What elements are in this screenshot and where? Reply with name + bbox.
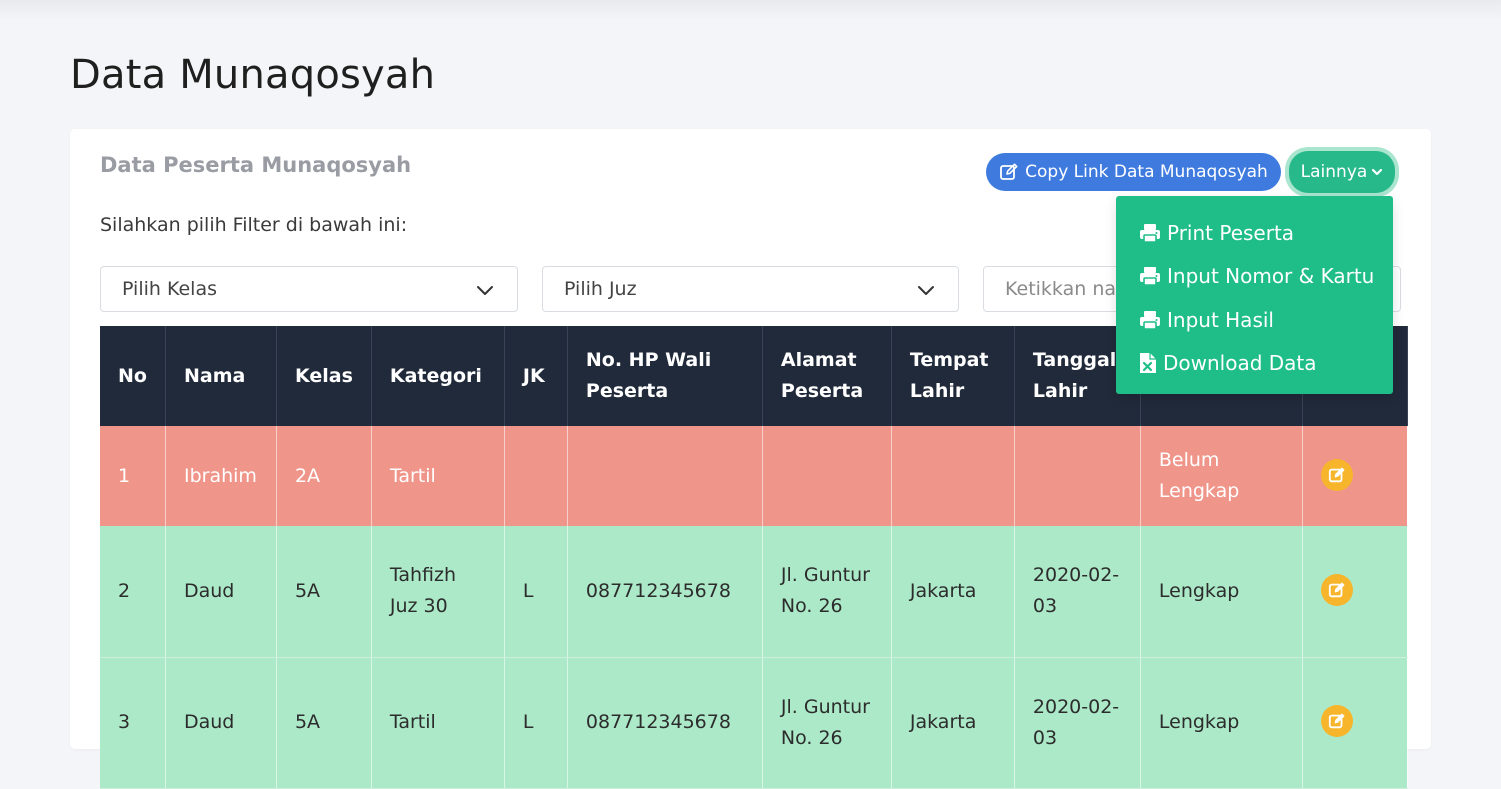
copy-link-label: Copy Link Data Munaqosyah: [1025, 162, 1268, 182]
cell-kategori: Tartil: [371, 426, 505, 526]
header-kelas: Kelas: [276, 326, 372, 426]
edit-icon: [1000, 163, 1018, 180]
header-hp-wali: No. HP Wali Peserta: [567, 326, 763, 426]
chevron-down-icon: [1372, 168, 1383, 176]
cell-no: 1: [100, 426, 166, 526]
edit-row-button[interactable]: [1320, 705, 1353, 737]
edit-icon: [1328, 467, 1345, 482]
cell-action: [1302, 426, 1408, 526]
class-select[interactable]: Pilih Kelas: [100, 266, 518, 312]
cell-no: 2: [100, 526, 166, 658]
cell-nama: Daud: [165, 526, 277, 658]
page-title: Data Munaqosyah: [70, 52, 436, 98]
excel-file-icon: [1140, 353, 1156, 373]
cell-kelas: 2A: [276, 426, 372, 526]
header-tempat-lahir: Tempat Lahir: [891, 326, 1015, 426]
cell-tanggal-lahir: 2020-02-03: [1014, 526, 1141, 658]
menu-item-print-peserta[interactable]: Print Peserta: [1139, 218, 1294, 248]
cell-kelas: 5A: [276, 526, 372, 658]
copy-link-button[interactable]: Copy Link Data Munaqosyah: [986, 153, 1281, 191]
cell-hp: [567, 426, 763, 526]
filter-hint: Silahkan pilih Filter di bawah ini:: [100, 214, 408, 236]
header-nama: Nama: [165, 326, 277, 426]
cell-kategori: Tahfizh Juz 30: [371, 526, 505, 658]
edit-row-button[interactable]: [1320, 458, 1353, 491]
cell-tanggal-lahir: [1014, 426, 1141, 526]
cell-nama: Ibrahim: [165, 426, 277, 526]
participants-table: No Nama Kelas Kategori JK No. HP Wali Pe…: [100, 326, 1408, 789]
cell-jk: [504, 426, 568, 526]
table-row: 2 Daud 5A Tahfizh Juz 30 L 087712345678 …: [100, 526, 1408, 658]
cell-tempat-lahir: Jakarta: [891, 526, 1015, 658]
printer-icon: [1140, 311, 1160, 330]
more-actions-button[interactable]: Lainnya: [1289, 151, 1395, 193]
menu-item-label: Input Hasil: [1167, 308, 1274, 332]
menu-item-label: Input Nomor & Kartu: [1167, 264, 1375, 288]
edit-icon: [1328, 713, 1345, 729]
chevron-down-icon: [477, 286, 493, 295]
cell-alamat: [762, 426, 892, 526]
class-select-value: Pilih Kelas: [122, 278, 217, 300]
cell-action: [1302, 526, 1408, 658]
menu-item-download-data[interactable]: Download Data: [1139, 348, 1317, 378]
edit-row-button[interactable]: [1320, 573, 1353, 606]
top-bar-shadow: [0, 0, 1501, 20]
menu-item-label: Download Data: [1163, 351, 1317, 375]
cell-jk: L: [504, 526, 568, 658]
cell-alamat: Jl. Guntur No. 26: [762, 526, 892, 658]
header-kategori: Kategori: [371, 326, 505, 426]
header-no: No: [100, 326, 166, 426]
menu-item-input-hasil[interactable]: Input Hasil: [1139, 305, 1274, 335]
table-row: 1 Ibrahim 2A Tartil Belum Lengkap: [100, 426, 1408, 526]
edit-icon: [1328, 582, 1345, 597]
chevron-down-icon: [918, 286, 934, 295]
menu-item-input-nomor-kartu[interactable]: Input Nomor & Kartu: [1139, 261, 1374, 291]
juz-select-value: Pilih Juz: [564, 278, 637, 300]
more-actions-label: Lainnya: [1300, 162, 1368, 182]
more-actions-menu: Print Peserta Input Nomor & Kartu Input …: [1116, 196, 1393, 394]
header-jk: JK: [504, 326, 568, 426]
juz-select[interactable]: Pilih Juz: [542, 266, 959, 312]
cell-keterangan: Lengkap: [1140, 526, 1303, 658]
menu-item-label: Print Peserta: [1167, 221, 1295, 245]
header-alamat: Alamat Peserta: [762, 326, 892, 426]
printer-icon: [1140, 267, 1160, 286]
printer-icon: [1140, 224, 1160, 243]
cell-hp: 087712345678: [567, 526, 763, 658]
cell-tempat-lahir: [891, 426, 1015, 526]
cell-keterangan: Belum Lengkap: [1140, 426, 1303, 526]
card-title: Data Peserta Munaqosyah: [100, 153, 412, 177]
